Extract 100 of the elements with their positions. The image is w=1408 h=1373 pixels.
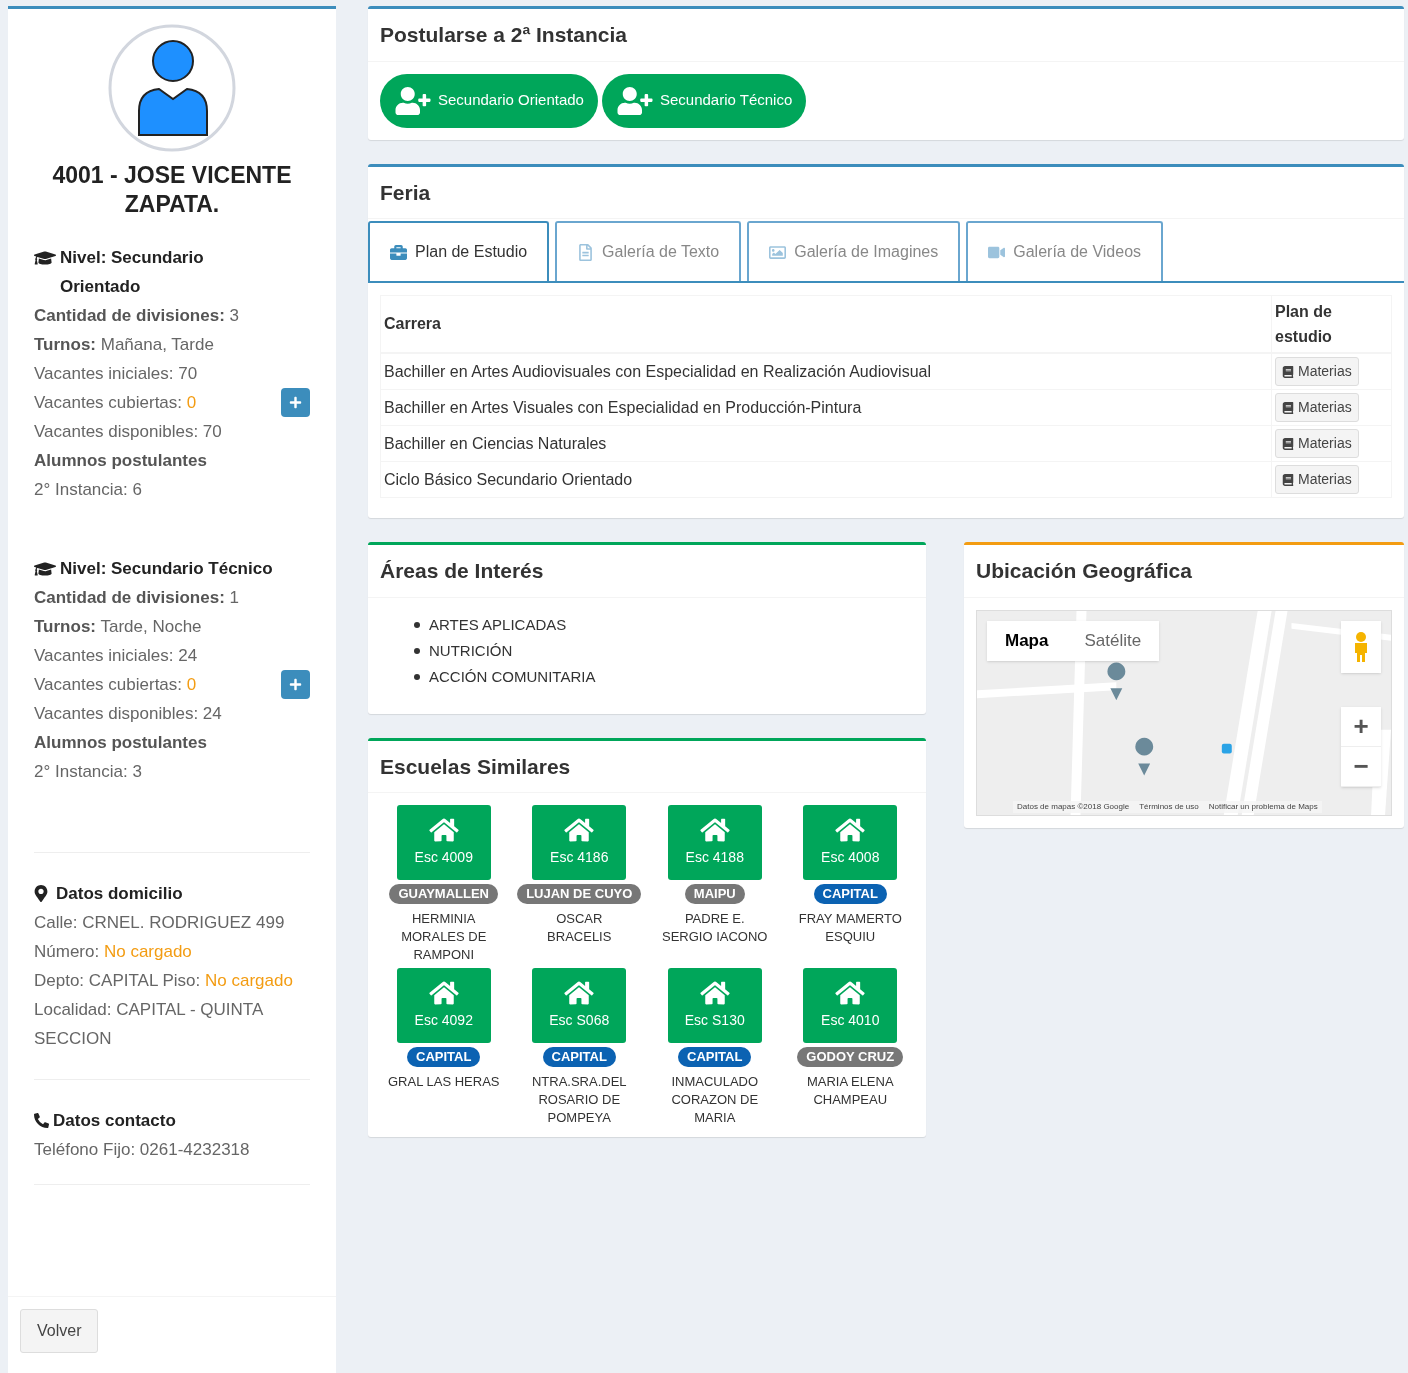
house-icon [564,980,595,1006]
info-line: Turnos: Tarde, Noche [34,616,202,638]
book-icon [1282,401,1294,414]
zoom-button[interactable]: − [1341,746,1381,787]
region-badge: GUAYMALLEN [389,884,498,904]
add-button[interactable] [281,388,310,417]
materias-button[interactable]: Materias [1275,393,1359,422]
info-line: Vacantes cubiertas: 0 [34,392,197,414]
apply-button[interactable]: Secundario Orientado [380,73,598,128]
materias-button[interactable]: Materias [1275,429,1359,458]
table-cell: Bachiller en Ciencias Naturales [380,425,1272,462]
region-badge: LUJAN DE CUYO [517,884,642,904]
level-heading: Nivel: Secundario Técnico [60,558,273,580]
materias-button[interactable]: Materias [1275,465,1359,494]
bullet-icon [414,673,420,680]
house-icon [428,817,459,843]
house-icon [835,817,866,843]
info-line: Vacantes disponibles: 24 [34,703,222,725]
school-name: NTRA.SRA.DEL ROSARIO DE POMPEYA [530,1073,628,1127]
map-footer-text[interactable]: Notificar un problema de Maps [1208,800,1318,813]
panel-title: Feria [380,179,432,206]
level-heading: Nivel: Secundario Orientado [60,247,205,298]
plus-icon [289,678,302,691]
table-cell: Bachiller en Artes Audiovisuales con Especialidad en Realización Audiovisual [380,353,1272,390]
section-heading: Datos contacto [53,1110,176,1132]
tab[interactable]: Galería de Videos [966,221,1164,281]
school-tile[interactable]: Esc 4188 [667,805,762,880]
info-line: Cantidad de divisiones: 3 [34,305,239,327]
book-icon [1282,473,1294,486]
bullet-icon [414,647,420,654]
panel-title: Escuelas Similares [380,753,572,780]
map-pin-icon [34,885,48,902]
column-header: Carrera [380,295,1272,353]
section-heading: Datos domicilio [56,883,183,905]
pegman-icon[interactable] [1341,620,1381,673]
column-header: Plan de estudio [1271,295,1392,353]
map-footer-text[interactable]: Términos de uso [1139,800,1199,813]
document-icon [577,243,595,261]
school-tile[interactable]: Esc 4008 [803,805,898,880]
house-icon [699,980,730,1006]
panel-title: Ubicación Geográfica [976,558,1193,584]
info-line: Depto: CAPITAL Piso: No cargado [34,970,294,992]
region-badge: MAIPU [684,884,745,904]
map-footer-text: Datos de mapas ©2018 Google [1017,800,1130,813]
user-plus-icon [394,86,432,115]
region-badge: CAPITAL [813,884,887,904]
region-badge: GODOY CRUZ [797,1047,904,1067]
avatar-icon [107,23,237,153]
info-line: Alumnos postulantes [34,450,207,472]
region-badge: CAPITAL [542,1047,616,1067]
table-cell: Bachiller en Artes Visuales con Especialidad en Producción-Pintura [380,389,1272,426]
tab[interactable]: Plan de Estudio [368,221,550,281]
map[interactable]: Mapa Satélite + − Datos de mapas ©2018 Google Términos de uso Notificar un problema de Maps [976,609,1392,816]
school-tile[interactable]: Esc 4186 [532,805,627,880]
phone-icon [34,1113,49,1128]
map-type-button[interactable]: Mapa [987,620,1067,661]
info-line: Calle: CRNEL. RODRIGUEZ 499 [34,912,286,934]
school-tile[interactable]: Esc 4009 [396,805,491,880]
user-plus-icon [615,86,654,115]
info-line: Número: No cargado [34,941,193,963]
school-tile[interactable]: Esc S068 [532,968,627,1043]
house-icon [699,817,730,843]
zoom-button[interactable]: + [1341,706,1381,747]
info-line: Vacantes cubiertas: 0 [34,674,197,696]
bullet-icon [414,621,420,628]
info-line: 2° Instancia: 6 [34,479,142,501]
apply-button[interactable]: Secundario Técnico [601,73,807,128]
school-name: FRAY MAMERTO ESQUIU [797,910,903,946]
school-name: HERMINIA MORALES DE RAMPONI [400,910,488,964]
school-tile[interactable]: Esc 4010 [803,968,898,1043]
info-line: Vacantes iniciales: 24 [34,645,198,667]
region-badge: CAPITAL [678,1047,752,1067]
add-button[interactable] [281,670,310,699]
school-name: OSCAR BRACELIS [546,910,613,946]
house-icon [564,817,595,843]
interest-area: ARTES APLICADAS [429,611,567,638]
map-type-button[interactable]: Satélite [1066,620,1160,661]
tab[interactable]: Galería de Imagines [747,221,961,281]
house-icon [835,980,866,1006]
interest-area: NUTRICIÓN [429,637,513,664]
info-line: Cantidad de divisiones: 1 [34,587,239,609]
back-button[interactable]: Volver [20,1309,99,1353]
school-tile[interactable]: Esc 4092 [396,968,491,1043]
interest-area: ACCIÓN COMUNITARIA [429,663,596,690]
image-icon [769,243,787,261]
school-name: MARIA ELENA CHAMPEAU [805,1073,895,1109]
panel-title: Áreas de Interés [380,558,545,584]
info-line: 2° Instancia: 3 [34,761,142,783]
tab[interactable]: Galería de Texto [555,221,742,281]
school-name: PADRE E. SERGIO IACONO [661,910,769,946]
house-icon [428,980,459,1006]
table-cell: Ciclo Básico Secundario Orientado [380,461,1272,498]
info-line: Turnos: Mañana, Tarde [34,334,214,356]
panel-title: Postularse a 2ª Instancia [380,22,629,48]
materias-button[interactable]: Materias [1275,357,1359,386]
info-line: Vacantes disponibles: 70 [34,421,222,443]
school-tile[interactable]: Esc S130 [667,968,762,1043]
info-line: Localidad: CAPITAL - QUINTA SECCION [34,999,264,1050]
briefcase-icon [390,243,407,261]
info-line: Vacantes iniciales: 70 [34,363,198,385]
